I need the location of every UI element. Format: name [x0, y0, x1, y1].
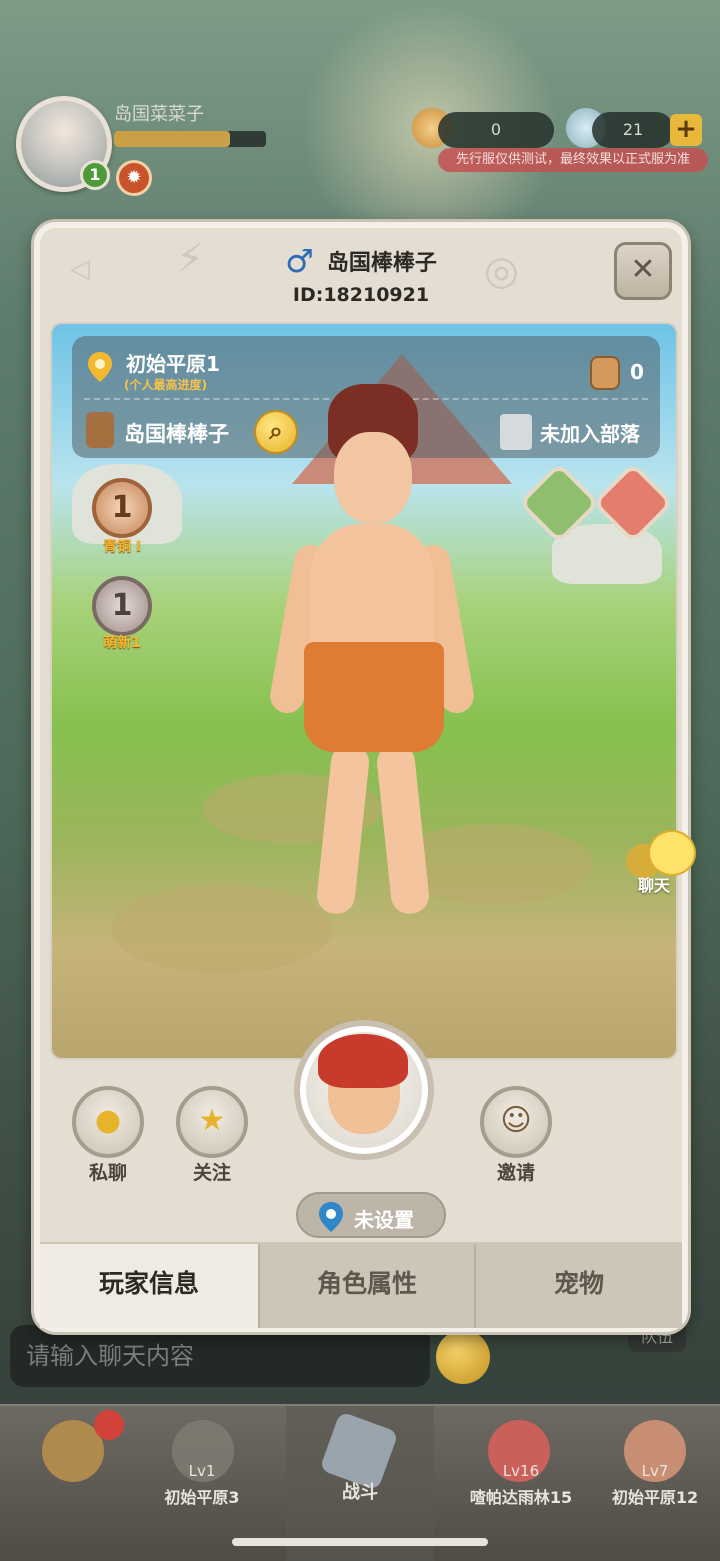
profile-player-name: 岛国棒棒子	[326, 251, 437, 276]
nav-label: 喳帕达雨林15	[469, 1488, 573, 1507]
private-chat-button[interactable]: ●	[72, 1086, 144, 1158]
bronze-rank-label: 青铜 I	[102, 539, 142, 555]
tribe-status: 未加入部落	[540, 422, 640, 446]
profile-player-id: ID:18210921	[292, 284, 430, 306]
currency1-value: 0	[438, 112, 554, 148]
newbie-rank-label: 萌新1	[103, 635, 141, 651]
tribe-banner-icon	[500, 414, 532, 450]
location-setting-label: 未设置	[354, 1208, 414, 1232]
bronze-rank-badge[interactable]: 1	[92, 478, 152, 538]
nav-label: 初始平原3	[164, 1488, 240, 1507]
portrait-hair	[318, 1034, 408, 1088]
tab-pets[interactable]: 宠物	[474, 1244, 682, 1328]
location-setting-button[interactable]: 未设置	[296, 1192, 446, 1238]
private-chat-label: 私聊	[88, 1162, 127, 1184]
notification-bell-icon	[94, 1410, 124, 1440]
invite-user-icon: ☺	[500, 1103, 532, 1138]
chat-input[interactable]: 请输入聊天内容	[10, 1325, 430, 1387]
nav-lv: Lv7	[641, 1462, 669, 1480]
nav-label: 战斗	[342, 1482, 378, 1503]
player-profile-modal: ⚡ ◁ ◎ ♂ 岛国棒棒子 ID:18210921 ✕ 初始平原1 (个人最高进…	[34, 222, 688, 1332]
tab-player-info[interactable]: 玩家信息	[40, 1244, 258, 1328]
exp-bar	[114, 131, 266, 147]
nav-lv: Lv1	[188, 1462, 216, 1480]
chat-bubble-icon: ●	[94, 1103, 122, 1138]
player-character-model	[267, 384, 477, 924]
progress-note: (个人最高进度)	[124, 378, 207, 392]
invite-label: 邀请	[496, 1162, 535, 1184]
close-button[interactable]: ✕	[614, 242, 672, 300]
add-currency-button[interactable]: +	[670, 114, 702, 146]
emoji-icon[interactable]	[436, 1330, 490, 1384]
test-server-notice: 先行服仅供测试，最终效果以正式服为准	[438, 148, 708, 172]
newbie-rank-badge[interactable]: 1	[92, 576, 152, 636]
tab-character-attributes[interactable]: 角色属性	[258, 1244, 474, 1328]
profile-tabs: 玩家信息 角色属性 宠物	[40, 1242, 682, 1328]
chat-bubble-icon	[648, 830, 696, 876]
currency2-value: 21	[592, 112, 674, 148]
follow-button[interactable]: ★	[176, 1086, 248, 1158]
nav-label: 初始平原12	[611, 1488, 699, 1507]
star-icon: ★	[198, 1103, 226, 1138]
fans-icon	[590, 356, 620, 390]
highest-progress-location: 初始平原1	[126, 352, 220, 376]
location-pin-icon	[88, 352, 112, 382]
nav-lv: Lv16	[502, 1462, 540, 1480]
male-icon: ♂	[285, 242, 314, 280]
follow-label: 关注	[192, 1162, 231, 1184]
player-username: 岛国菜菜子	[114, 104, 204, 125]
invite-button[interactable]: ☺	[480, 1086, 552, 1158]
home-indicator[interactable]	[232, 1538, 488, 1546]
character-name: 岛国棒棒子	[124, 422, 229, 446]
location-pin-icon	[319, 1202, 343, 1232]
nav-item-stage-3[interactable]: Lv7 初始平原12	[590, 1406, 720, 1561]
nav-item-tribe[interactable]	[0, 1406, 144, 1561]
side-chat-label: 聊天	[638, 876, 671, 895]
modal-title: ♂ 岛国棒棒子	[40, 242, 682, 282]
character-icon	[86, 412, 114, 448]
fans-count: 0	[630, 360, 644, 384]
character-showcase: 初始平原1 (个人最高进度) 0 岛国棒棒子 ⌕ 未加入部落 1 青铜 I 1 …	[50, 322, 678, 1060]
player-level-badge: 1	[80, 160, 110, 190]
settings-icon[interactable]: ✹	[116, 160, 152, 196]
character-portrait[interactable]	[294, 1020, 434, 1160]
